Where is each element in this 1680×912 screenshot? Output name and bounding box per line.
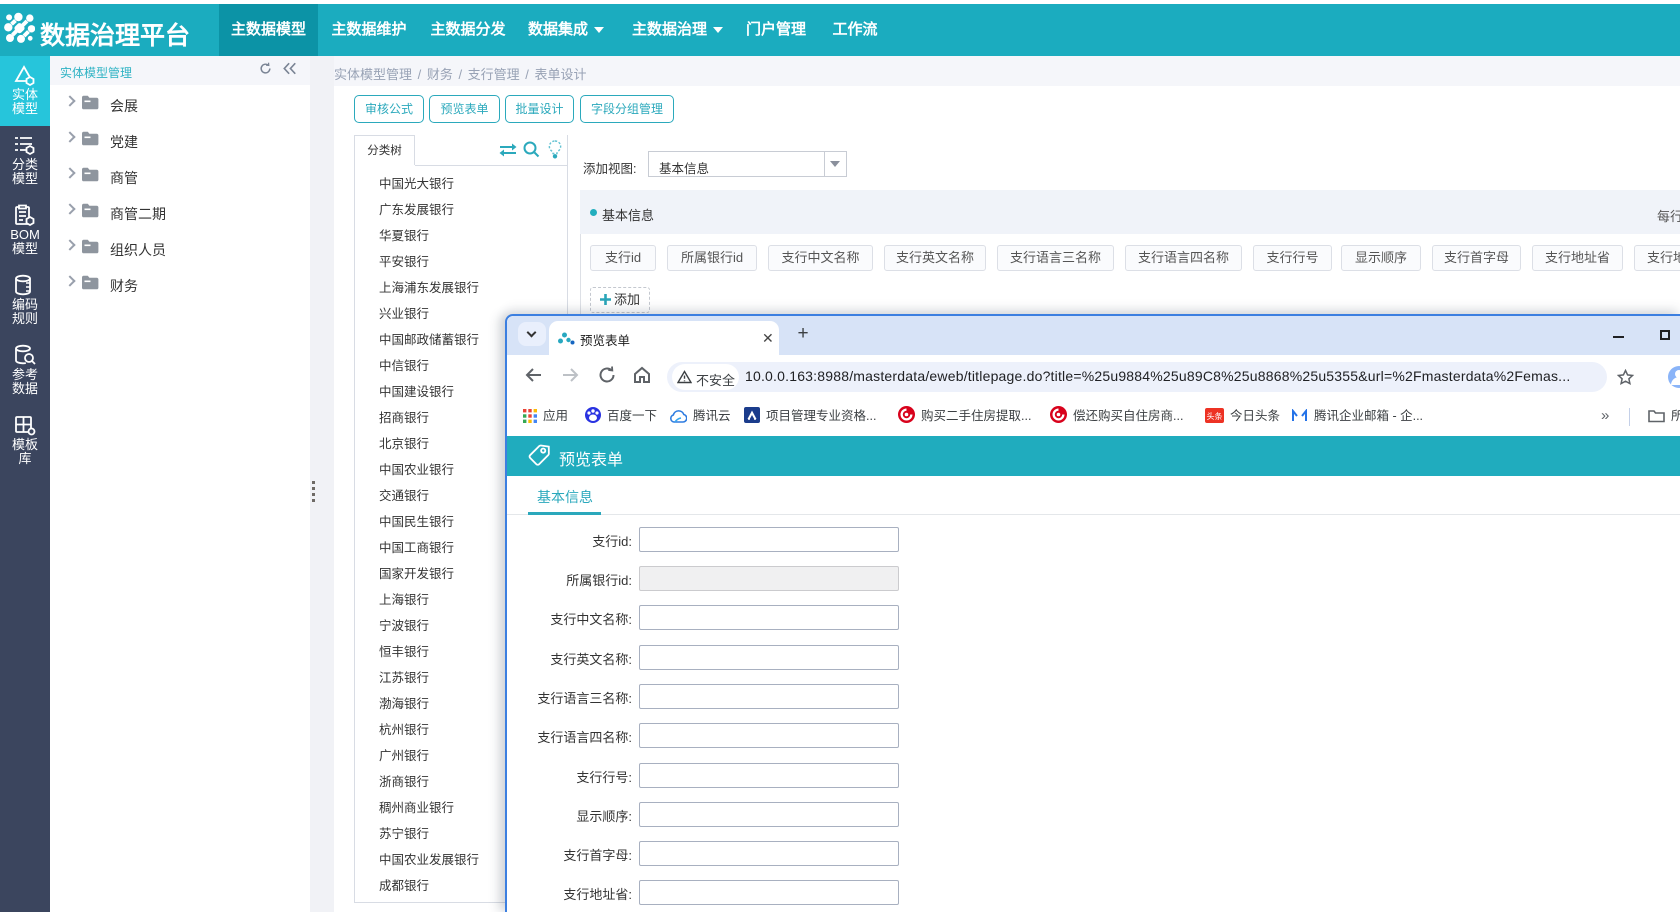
- svg-text:头条: 头条: [1207, 411, 1223, 421]
